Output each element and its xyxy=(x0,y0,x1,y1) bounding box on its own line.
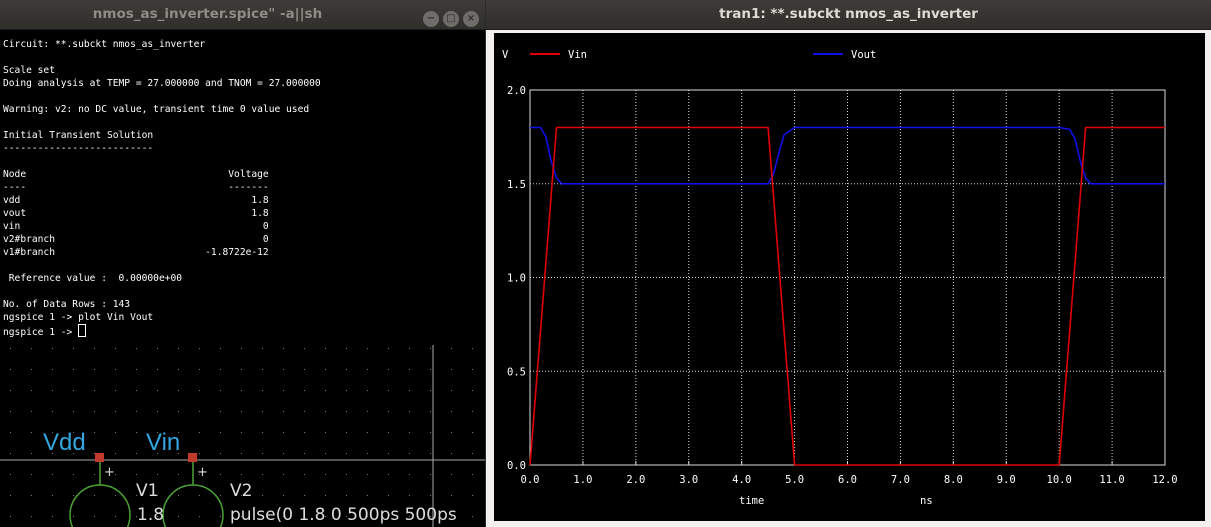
legend-label: Vin xyxy=(568,49,587,61)
terminal-line: Reference value : 0.00000e+00 xyxy=(3,273,183,284)
y-tick-label: 2.0 xyxy=(507,85,526,97)
x-tick-label: 6.0 xyxy=(838,474,857,486)
plot-window[interactable]: tran1: **.subckt nmos_as_inverter 0.0 1.0… xyxy=(486,0,1211,527)
net-label-vdd[interactable]: Vdd xyxy=(43,429,86,456)
terminal-line: Doing analysis at TEMP = 27.000000 and T… xyxy=(3,78,321,89)
terminal-line: Circuit: **.subckt nmos_as_inverter xyxy=(3,39,206,50)
plot-area[interactable]: 0.0 1.0 2.0 3.0 4.0 5.0 6.0 7.0 8.0 9.0 10.0 11.0 12… xyxy=(494,33,1205,521)
source-v2-symbol[interactable] xyxy=(162,484,224,527)
y-tick-label: 0.0 xyxy=(507,460,526,472)
x-tick-label: 5.0 xyxy=(785,474,804,486)
terminal-line: Scale set xyxy=(3,65,55,76)
terminal-line: ngspice 1 -> plot Vin Vout xyxy=(3,312,154,323)
plus-sign-v2: + xyxy=(197,465,208,480)
close-button[interactable]: × xyxy=(463,11,479,27)
source-v1-name: V1 xyxy=(136,481,158,501)
terminal-title: nmos_as_inverter.spice" -a||sh xyxy=(92,6,323,22)
x-tick-label: 11.0 xyxy=(1099,474,1124,486)
terminal-line: Node Voltage xyxy=(3,169,269,180)
x-tick-label: 0.0 xyxy=(521,474,540,486)
x-tick-label: 10.0 xyxy=(1047,474,1072,486)
schematic-canvas[interactable]: Vdd Vin + + V1 1.8 V2 pulse(0 1.8 0 500p… xyxy=(0,340,485,527)
terminal-cursor xyxy=(78,324,87,337)
terminal-line: v1#branch -1.8722e-12 xyxy=(3,247,269,258)
y-tick-label: 1.5 xyxy=(507,179,526,191)
terminal-line: Warning: v2: no DC value, transient time… xyxy=(3,104,310,115)
x-axis-label: time xyxy=(739,495,764,507)
x-tick-label: 7.0 xyxy=(891,474,910,486)
source-v2-name: V2 xyxy=(230,481,252,501)
plus-sign-v1: + xyxy=(104,465,115,480)
pin-vdd[interactable] xyxy=(95,453,104,462)
minimize-button[interactable]: − xyxy=(423,11,439,27)
plot-title: tran1: **.subckt nmos_as_inverter xyxy=(719,6,978,22)
terminal-line: Initial Transient Solution xyxy=(3,130,154,141)
x-tick-label: 12.0 xyxy=(1152,474,1177,486)
x-tick-label: 9.0 xyxy=(997,474,1016,486)
y-tick-label: 0.5 xyxy=(507,366,526,378)
waveform-chart[interactable]: 0.0 1.0 2.0 3.0 4.0 5.0 6.0 7.0 8.0 9.0 10.0 11.0 12… xyxy=(494,33,1205,521)
y-axis-label: V xyxy=(502,49,509,61)
x-tick-label: 8.0 xyxy=(944,474,963,486)
x-tick-label: 2.0 xyxy=(626,474,645,486)
x-tick-label: 4.0 xyxy=(732,474,751,486)
legend-label: Vout xyxy=(851,49,876,61)
pin-vin[interactable] xyxy=(188,453,197,462)
terminal-line: vout 1.8 xyxy=(3,208,269,219)
source-v1-value: 1.8 xyxy=(137,505,164,525)
x-tick-label: 3.0 xyxy=(679,474,698,486)
terminal-line: v2#branch 0 xyxy=(3,234,269,245)
terminal-line: ngspice 1 -> xyxy=(3,324,485,338)
source-v1-symbol[interactable] xyxy=(69,484,131,527)
terminal-line: vin 0 xyxy=(3,221,269,232)
x-axis-unit: ns xyxy=(920,495,933,507)
terminal-output[interactable]: Circuit: **.subckt nmos_as_inverter Scale… xyxy=(3,38,485,338)
maximize-button[interactable]: □ xyxy=(443,11,459,27)
net-label-vin[interactable]: Vin xyxy=(146,429,180,456)
terminal-line: vdd 1.8 xyxy=(3,195,269,206)
terminal-titlebar[interactable]: nmos_as_inverter.spice" -a||sh − □ × xyxy=(0,0,485,30)
terminal-line: -------------------------- xyxy=(3,143,154,154)
plot-titlebar[interactable]: tran1: **.subckt nmos_as_inverter xyxy=(486,0,1211,30)
x-tick-label: 1.0 xyxy=(573,474,592,486)
y-tick-label: 1.0 xyxy=(507,273,526,285)
source-v2-value: pulse(0 1.8 0 500ps 500ps xyxy=(230,505,457,525)
terminal-line: ---- ------- xyxy=(3,182,269,193)
terminal-line: No. of Data Rows : 143 xyxy=(3,299,131,310)
terminal-window[interactable]: nmos_as_inverter.spice" -a||sh − □ × Circu… xyxy=(0,0,485,527)
